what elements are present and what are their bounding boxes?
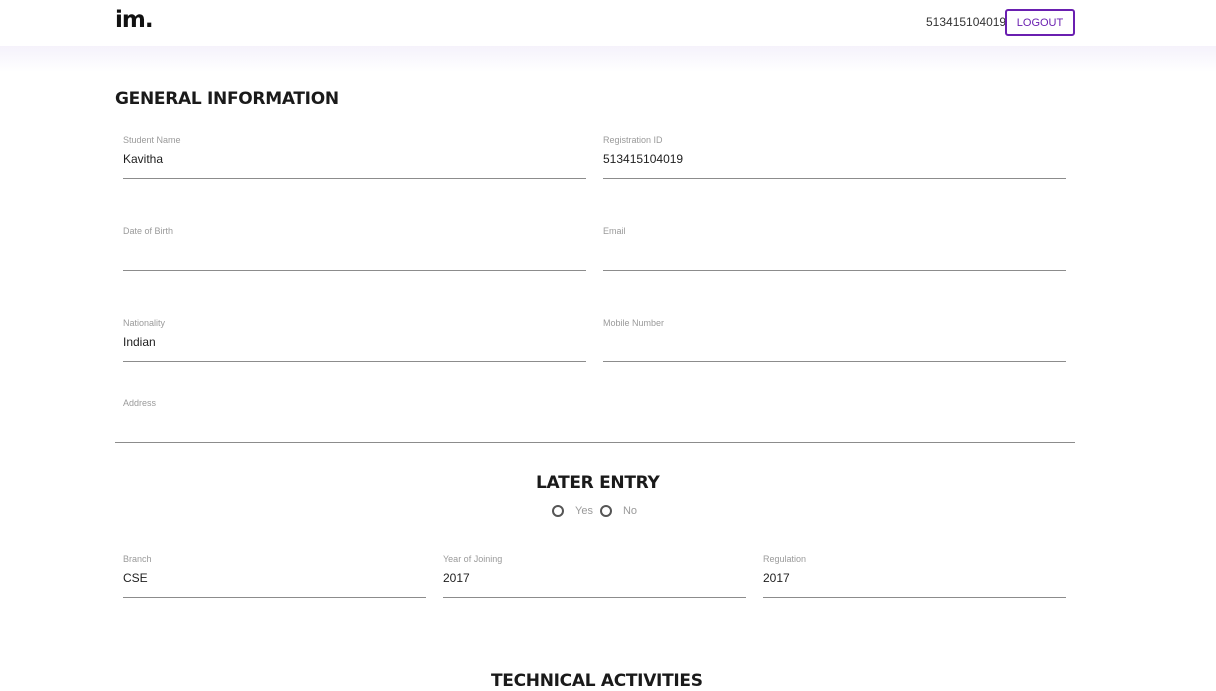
year-of-joining-label: Year of Joining [443, 554, 503, 564]
brand-logo[interactable]: im. [115, 7, 154, 33]
nationality-label: Nationality [123, 318, 166, 328]
later-entry-title: LATER ENTRY [536, 473, 660, 493]
email-field[interactable]: Email [603, 226, 1066, 271]
branch-field[interactable]: Branch CSE [123, 554, 426, 598]
later-entry-yes-label[interactable]: Yes [575, 505, 593, 517]
top-header: im. 513415104019 LOGOUT [0, 0, 1216, 46]
date-of-birth-field[interactable]: Date of Birth [123, 226, 586, 271]
email-label: Email [603, 226, 626, 236]
mobile-number-label: Mobile Number [603, 318, 665, 328]
nationality-value: Indian [123, 335, 156, 349]
regulation-field[interactable]: Regulation 2017 [763, 554, 1066, 598]
regulation-label: Regulation [763, 554, 807, 564]
logout-button[interactable]: LOGOUT [1005, 9, 1075, 36]
logged-in-user-id: 513415104019 [926, 15, 1007, 29]
student-name-value: Kavitha [123, 152, 164, 166]
technical-activities-title: TECHNICAL ACTIVITIES [491, 671, 703, 691]
registration-id-value: 513415104019 [603, 152, 684, 166]
regulation-value: 2017 [763, 571, 790, 585]
address-field[interactable]: Address [115, 398, 1075, 443]
nationality-field[interactable]: Nationality Indian [123, 318, 586, 362]
later-entry-no-radio[interactable] [599, 505, 612, 517]
year-of-joining-field[interactable]: Year of Joining 2017 [443, 554, 746, 598]
mobile-number-field[interactable]: Mobile Number [603, 318, 1066, 362]
year-of-joining-value: 2017 [443, 571, 470, 585]
date-of-birth-label: Date of Birth [123, 226, 174, 236]
registration-id-label: Registration ID [603, 135, 663, 145]
general-information-title: GENERAL INFORMATION [115, 89, 339, 109]
student-name-label: Student Name [123, 135, 181, 145]
header-shadow [0, 46, 1216, 72]
later-entry-yes-radio[interactable] [552, 505, 564, 517]
branch-value: CSE [123, 571, 148, 585]
student-name-field[interactable]: Student Name Kavitha [123, 135, 586, 179]
later-entry-no-label[interactable]: No [623, 505, 637, 517]
registration-id-field[interactable]: Registration ID 513415104019 [603, 135, 1066, 179]
address-label: Address [123, 398, 157, 408]
branch-label: Branch [123, 554, 152, 564]
later-entry-radio-group: Yes No [552, 504, 644, 518]
